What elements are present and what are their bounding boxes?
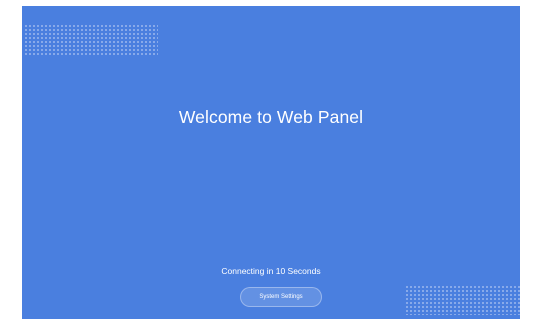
- welcome-title: Welcome to Web Panel: [178, 107, 364, 127]
- connection-countdown-text: Connecting in 10 Seconds: [221, 266, 321, 276]
- welcome-panel: Welcome to Web Panel Connecting in 10 Se…: [22, 6, 520, 319]
- system-settings-button[interactable]: System Settings: [240, 287, 322, 307]
- dot-pattern-decoration-top-left: [24, 24, 158, 56]
- dot-pattern-decoration-bottom-right: [405, 285, 520, 315]
